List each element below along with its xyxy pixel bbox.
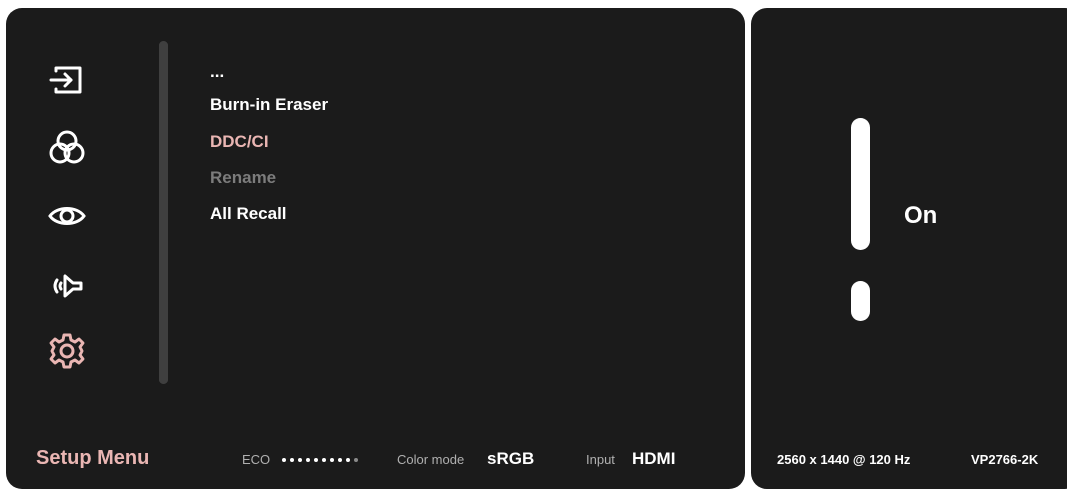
input-label: Input (586, 452, 615, 467)
option-bar-off[interactable] (851, 281, 870, 321)
scrollbar-thumb[interactable] (159, 41, 168, 384)
input-icon[interactable] (44, 57, 90, 103)
color-icon[interactable] (44, 125, 90, 171)
page-title: Setup Menu (36, 447, 150, 469)
color-mode-label: Color mode (397, 452, 465, 467)
eco-dot (314, 458, 318, 462)
value-panel: On 2560 x 1440 @ 120 Hz VP2766-2K (751, 8, 1067, 489)
eco-dot (354, 458, 358, 462)
eye-icon[interactable] (44, 193, 90, 239)
option-bar-on[interactable] (851, 118, 870, 250)
eco-label: ECO (242, 452, 271, 467)
eco-dot (306, 458, 310, 462)
menu-item-ddc-ci[interactable]: DDC/CI (210, 132, 269, 152)
settings-panel: ... Burn-in Eraser DDC/CI Rename All Rec… (6, 8, 745, 489)
eco-dot (322, 458, 326, 462)
menu-item-rename: Rename (210, 168, 277, 187)
eco-dot (298, 458, 302, 462)
color-mode-value: sRGB (487, 449, 535, 468)
audio-icon[interactable] (44, 263, 90, 309)
gear-icon[interactable] (44, 328, 90, 374)
eco-dot (282, 458, 286, 462)
eco-dot (346, 458, 350, 462)
menu-item-more[interactable]: ... (210, 62, 224, 82)
option-value: On (904, 202, 938, 229)
eco-dot (338, 458, 342, 462)
sidebar-scrollbar[interactable] (159, 41, 168, 384)
resolution-info: 2560 x 1440 @ 120 Hz (777, 452, 911, 467)
menu-item-burn-in-eraser[interactable]: Burn-in Eraser (210, 95, 328, 115)
eco-dot (290, 458, 294, 462)
menu-item-all-recall[interactable]: All Recall (210, 204, 287, 224)
model-name: VP2766-2K (971, 452, 1039, 467)
eco-level-indicator (282, 458, 358, 462)
input-value: HDMI (632, 449, 676, 468)
eco-dot (330, 458, 334, 462)
